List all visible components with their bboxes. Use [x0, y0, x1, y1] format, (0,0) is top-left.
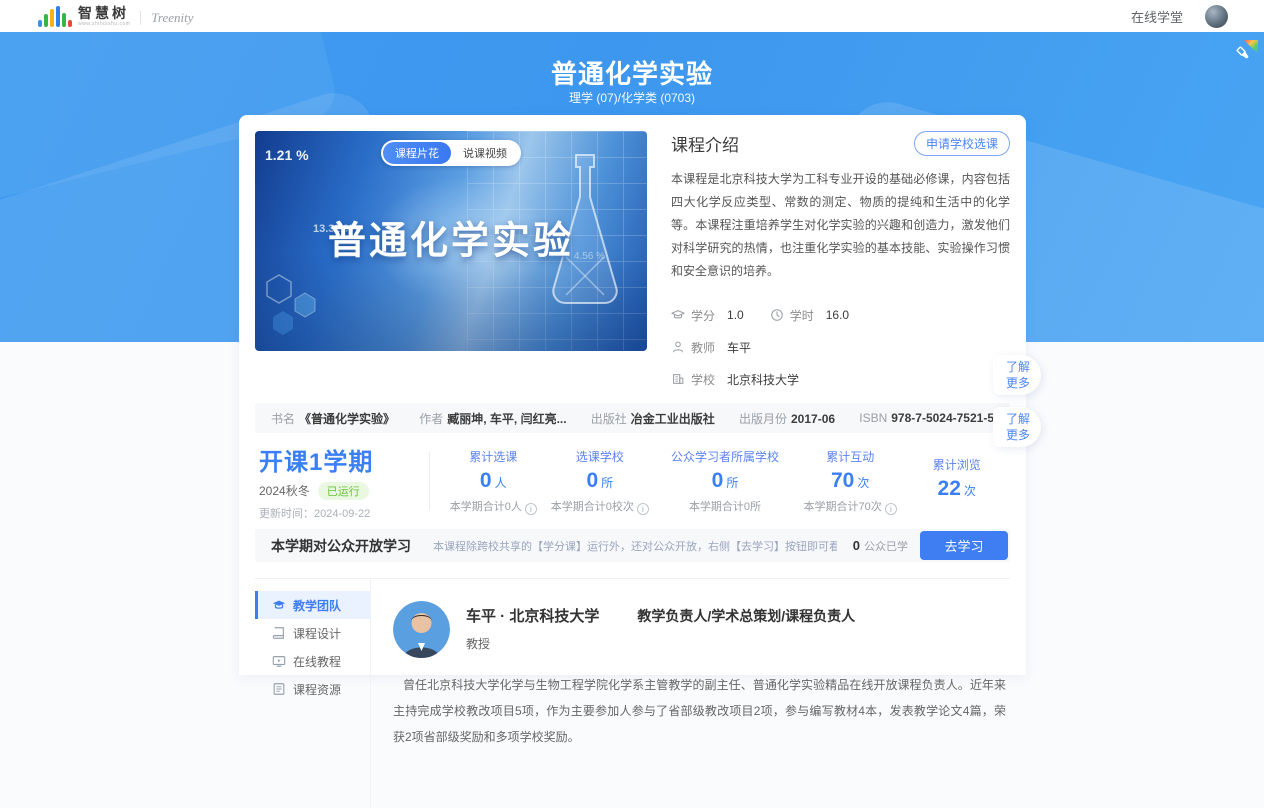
book-publisher: 冶金工业出版社 — [631, 412, 715, 426]
learn-more-tab-stats[interactable]: 了解 更多 — [993, 407, 1041, 447]
brand-suffix: Treenity — [151, 10, 193, 26]
info-icon[interactable] — [637, 503, 649, 515]
term-label: 2024秋冬 — [259, 482, 310, 499]
hours-clock-icon — [770, 308, 784, 322]
sidebar-item-course-resources[interactable]: 课程资源 — [255, 675, 370, 703]
teacher-rank: 教授 — [466, 635, 855, 652]
school-value: 北京科技大学 — [727, 371, 799, 388]
zhihuishu-logo[interactable]: 智慧树 www.zhihuishu.com Treenity — [38, 6, 194, 27]
course-title: 普通化学实验 — [0, 54, 1264, 91]
teaching-team-icon — [272, 598, 286, 612]
team-section: 教学团队 课程设计 在线教程 — [255, 578, 1010, 808]
public-learned-label: 公众已学 — [864, 538, 908, 554]
course-card: 了解 更多 了解 更多 1.21 % 13.32 % 4.56 % — [239, 115, 1026, 675]
logo-bars-icon — [38, 7, 72, 27]
course-stats: 开课1学期 2024秋冬 已运行 更新时间：2024-09-22 累计选课 0人… — [255, 441, 1010, 521]
book-title: 《普通化学实验》 — [299, 412, 395, 426]
public-bar-title: 本学期对公众开放学习 — [271, 536, 411, 556]
sidebar-item-online-tutorial[interactable]: 在线教程 — [255, 647, 370, 675]
course-design-icon — [272, 626, 286, 640]
teacher-label: 教师 — [691, 339, 715, 356]
status-badge: 已运行 — [318, 482, 369, 500]
nav-link-online-school[interactable]: 在线学堂 — [1131, 7, 1183, 26]
book-isbn: 978-7-5024-7521-5 — [891, 411, 994, 425]
public-bar-note: 本课程除跨校共享的【学分课】运行外，还对公众开放，右侧【去学习】按钮即可看全部视… — [433, 538, 837, 554]
credit-cap-icon — [671, 308, 685, 322]
course-description: 本课程是北京科技大学为工科专业开设的基础必修课，内容包括四大化学反应类型、常数的… — [671, 168, 1010, 283]
course-resources-icon — [272, 682, 286, 696]
media-overlay-title: 普通化学实验 — [255, 209, 647, 264]
stat-total-interactions: 累计互动 70次 本学期合计70次 — [797, 448, 904, 515]
info-icon[interactable] — [885, 503, 897, 515]
updated-time: 更新时间：2024-09-22 — [259, 505, 423, 521]
tab-course-trailer[interactable]: 课程片花 — [383, 142, 451, 164]
public-learning-bar: 本学期对公众开放学习 本课程除跨校共享的【学分课】运行外，还对公众开放，右侧【去… — [255, 529, 1010, 562]
intro-heading: 课程介绍 — [671, 131, 739, 156]
course-category: 理学 (07)/化学类 (0703) — [0, 89, 1264, 106]
teacher-bio: 曾任北京科技大学化学与生物工程学院化学系主管教学的副主任、普通化学实验精品在线开… — [393, 672, 1006, 750]
tab-lecture-video[interactable]: 说课视频 — [451, 142, 519, 164]
media-toggle: 课程片花 说课视频 — [381, 140, 521, 166]
school-building-icon — [671, 372, 685, 386]
textbook-bar: 书名《普通化学实验》 作者臧丽坤, 车平, 闫红亮... 出版社冶金工业出版社 … — [255, 403, 1010, 433]
brand-url: www.zhihuishu.com — [78, 22, 130, 27]
brand-name: 智慧树 — [78, 6, 130, 20]
teacher-value: 车平 — [727, 339, 751, 356]
public-learned-count: 0 — [853, 538, 860, 553]
top-navbar: 智慧树 www.zhihuishu.com Treenity 在线学堂 — [0, 0, 1264, 32]
hours-label: 学时 — [790, 307, 814, 324]
course-video-preview[interactable]: 1.21 % 13.32 % 4.56 % 课程片花 说课视频 普通化学实验 — [255, 131, 647, 351]
teacher-panel: 车平 · 北京科技大学 教学负责人/学术总策划/课程负责人 教授 曾任北京科技大… — [371, 579, 1010, 808]
apply-school-course-button[interactable]: 申请学校选课 — [914, 131, 1010, 156]
book-publish-date: 2017-06 — [791, 412, 835, 426]
stat-total-views: 累计浏览 22次 — [903, 456, 1010, 506]
stat-total-enrolled: 累计选课 0人 本学期合计0人 — [440, 448, 547, 515]
semester-count: 开课1学期 — [259, 442, 423, 477]
hexagon-decoration — [261, 267, 381, 337]
book-authors: 臧丽坤, 车平, 闫红亮... — [447, 412, 566, 426]
media-percent-decor: 1.21 % — [265, 147, 309, 163]
brand-divider — [140, 11, 141, 25]
sidebar-item-course-design[interactable]: 课程设计 — [255, 619, 370, 647]
school-label: 学校 — [691, 371, 715, 388]
teacher-person-icon — [671, 340, 685, 354]
hours-value: 16.0 — [826, 308, 849, 322]
go-learn-button[interactable]: 去学习 — [920, 531, 1008, 560]
stat-public-learner-schools: 公众学习者所属学校 0所 本学期合计0所 — [653, 448, 797, 514]
learn-more-tab-book[interactable]: 了解 更多 — [993, 355, 1041, 395]
theme-brush-icon[interactable] — [1232, 40, 1258, 66]
divider — [429, 452, 430, 510]
teacher-roles: 教学负责人/学术总策划/课程负责人 — [637, 606, 855, 626]
online-tutorial-icon — [272, 654, 286, 668]
teacher-avatar — [393, 601, 450, 658]
credit-label: 学分 — [691, 307, 715, 324]
user-avatar[interactable] — [1205, 5, 1228, 28]
teacher-name: 车平 · 北京科技大学 — [466, 605, 599, 626]
info-icon[interactable] — [525, 503, 537, 515]
credit-value: 1.0 — [727, 308, 744, 322]
stat-enrolled-schools: 选课学校 0所 本学期合计0校次 — [547, 448, 654, 515]
sidebar-item-teaching-team[interactable]: 教学团队 — [255, 591, 370, 619]
section-sidebar: 教学团队 课程设计 在线教程 — [255, 579, 371, 808]
